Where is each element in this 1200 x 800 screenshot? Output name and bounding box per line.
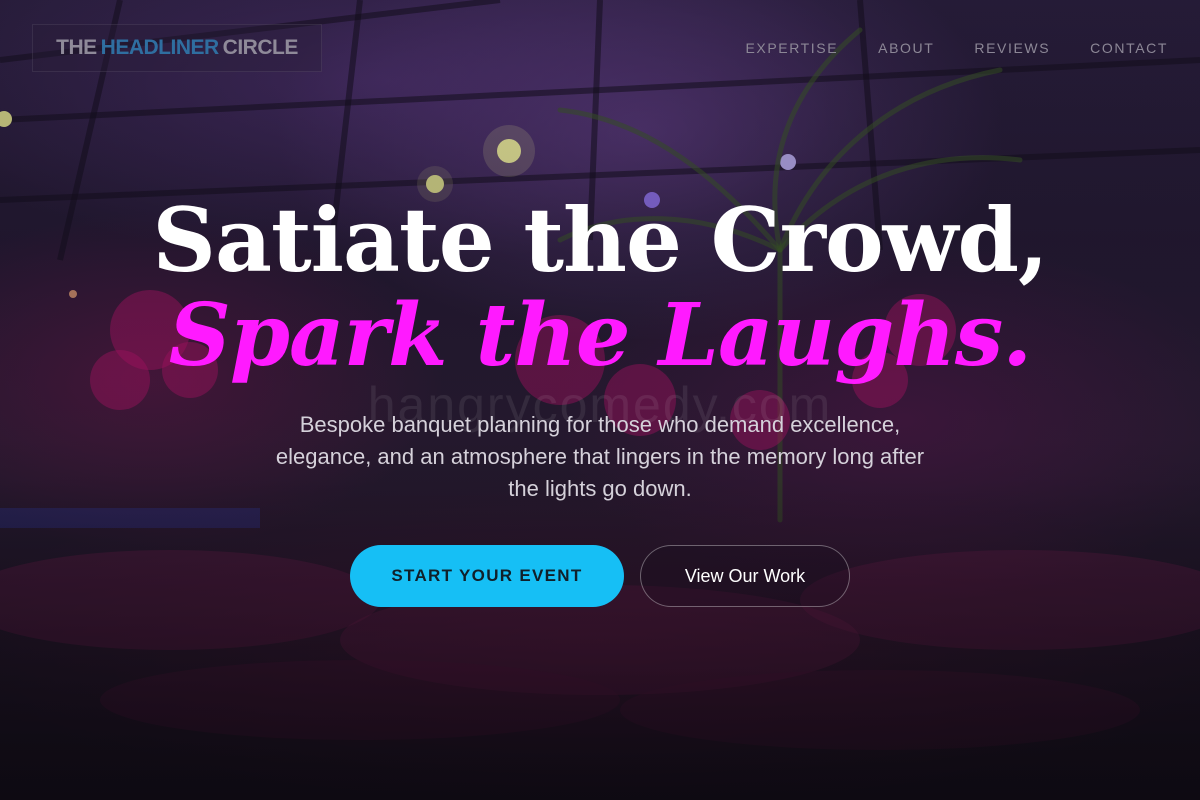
hero-headline: Satiate the Crowd, Spark the Laughs.	[0, 192, 1200, 384]
hero-subtitle: Bespoke banquet planning for those who d…	[275, 412, 925, 501]
start-your-event-button[interactable]: START YOUR EVENT	[350, 545, 624, 607]
brand-word-circle: CIRCLE	[222, 36, 299, 59]
main-navigation: EXPERTISE ABOUT REVIEWS CONTACT	[745, 40, 1168, 56]
brand-logo[interactable]: THE HEADLINER CIRCLE	[32, 24, 322, 72]
hero-headline-line1: Satiate the Crowd,	[152, 188, 1048, 292]
hero-headline-line2: Spark the Laughs.	[168, 285, 1032, 386]
brand-word-headliner: HEADLINER	[100, 36, 220, 59]
nav-link-contact[interactable]: CONTACT	[1090, 40, 1168, 56]
nav-link-about[interactable]: ABOUT	[878, 40, 934, 56]
landing-page: THE HEADLINER CIRCLE EXPERTISE ABOUT REV…	[0, 0, 1200, 800]
nav-link-expertise[interactable]: EXPERTISE	[745, 40, 838, 56]
nav-link-reviews[interactable]: REVIEWS	[974, 40, 1050, 56]
brand-word-the: THE	[56, 36, 97, 59]
view-our-work-button[interactable]: View Our Work	[640, 545, 850, 607]
